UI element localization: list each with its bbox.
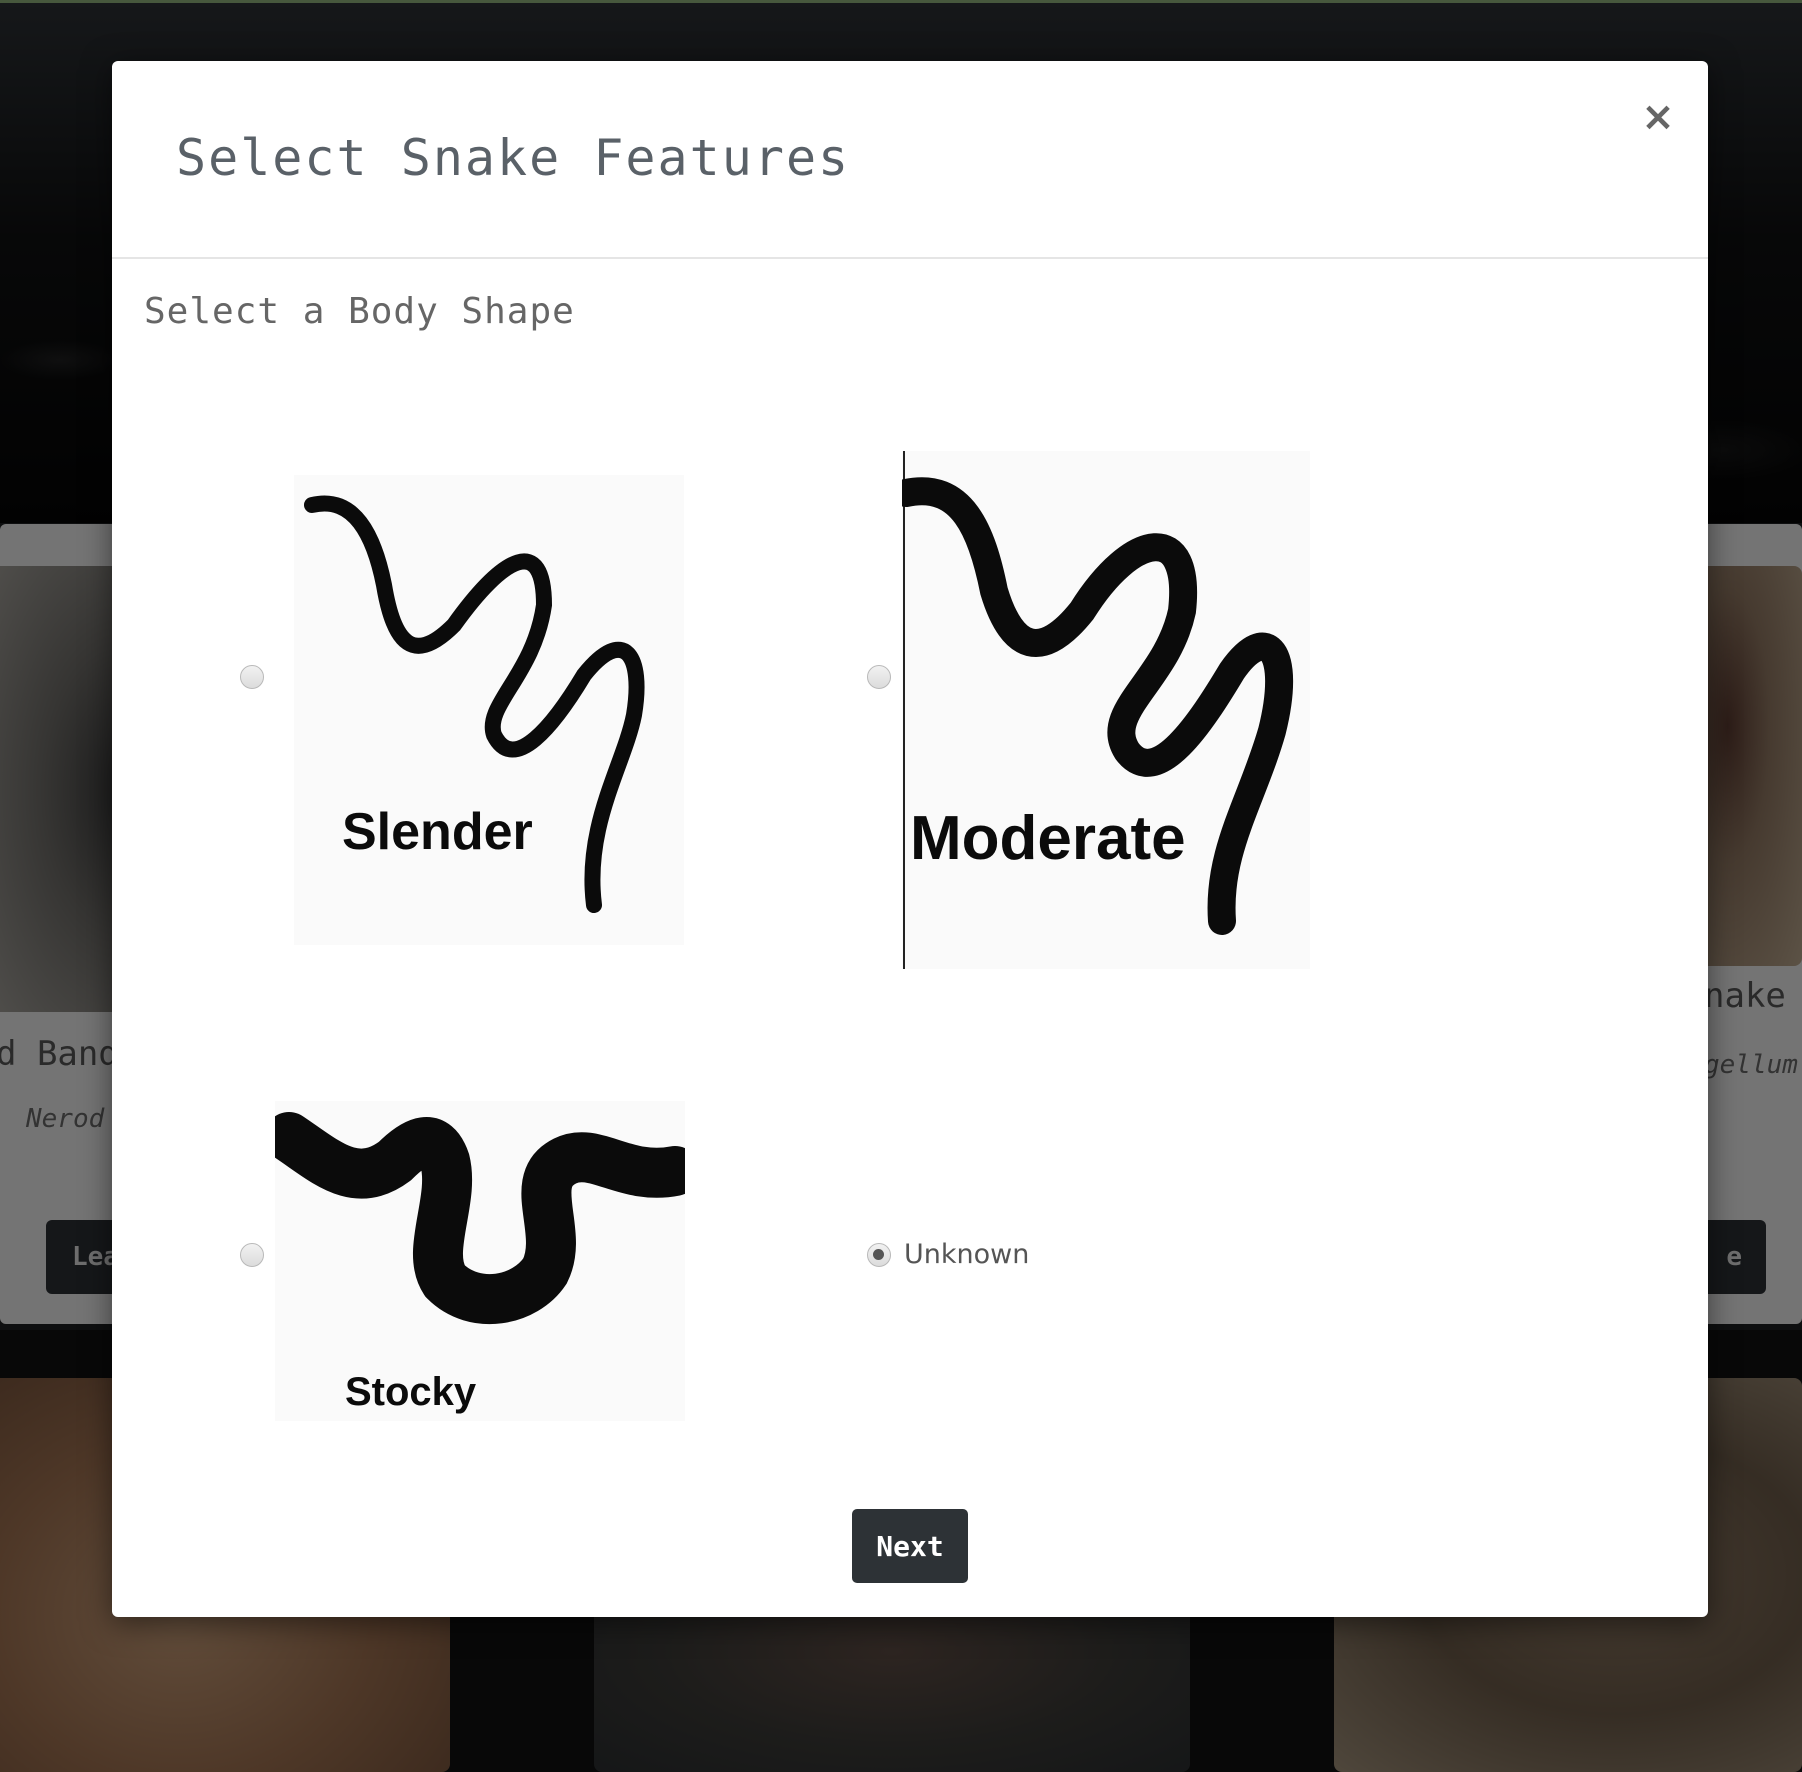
radio-unknown[interactable]	[867, 1243, 891, 1267]
snake-features-modal: Select Snake Features × Select a Body Sh…	[112, 61, 1708, 1617]
modal-title: Select Snake Features	[176, 129, 851, 187]
next-button[interactable]: Next	[852, 1509, 968, 1583]
moderate-snake-icon[interactable]: Moderate	[902, 451, 1310, 969]
stocky-label: Stocky	[345, 1370, 477, 1414]
radio-stocky[interactable]	[240, 1243, 264, 1267]
stocky-snake-icon[interactable]: Stocky	[275, 1101, 685, 1421]
slender-snake-icon[interactable]: Slender	[294, 475, 684, 945]
body-shape-heading: Select a Body Shape	[144, 291, 575, 332]
radio-moderate[interactable]	[867, 665, 891, 689]
close-button[interactable]: ×	[1638, 97, 1678, 137]
moderate-label: Moderate	[910, 804, 1186, 873]
unknown-label[interactable]: Unknown	[904, 1239, 1029, 1270]
radio-slender[interactable]	[240, 665, 264, 689]
slender-label: Slender	[342, 803, 533, 861]
modal-header: Select Snake Features ×	[112, 61, 1708, 259]
